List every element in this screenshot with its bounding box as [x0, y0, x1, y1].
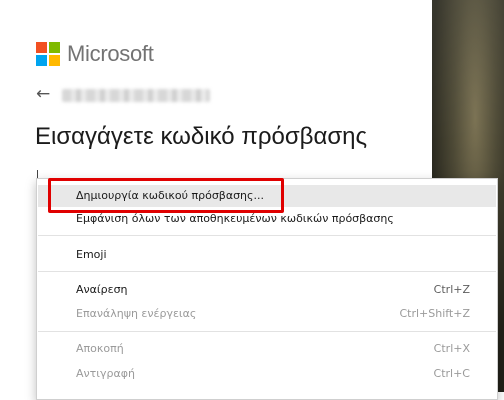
- menu-item-label: Αντιγραφή: [76, 367, 135, 380]
- menu-item-shortcut: Ctrl+Shift+Z: [399, 307, 470, 320]
- menu-item-emoji[interactable]: Emoji: [38, 244, 496, 266]
- menu-divider: [38, 235, 496, 236]
- menu-item-shortcut: Ctrl+Z: [433, 283, 470, 296]
- menu-item-cut[interactable]: Αποκοπή Ctrl+X: [38, 338, 496, 360]
- menu-divider: [38, 331, 496, 332]
- menu-item-undo[interactable]: Αναίρεση Ctrl+Z: [38, 279, 496, 301]
- menu-item-copy[interactable]: Αντιγραφή Ctrl+C: [38, 363, 496, 385]
- menu-divider: [38, 271, 496, 272]
- back-arrow-icon[interactable]: ←: [36, 84, 50, 104]
- brand-name: Microsoft: [67, 41, 154, 66]
- menu-item-label: Αναίρεση: [76, 283, 128, 296]
- page-title: Εισαγάγετε κωδικό πρόσβασης: [35, 123, 368, 150]
- menu-item-label: Emoji: [76, 248, 107, 261]
- microsoft-logo-icon: [36, 42, 60, 66]
- menu-item-redo[interactable]: Επανάληψη ενέργειας Ctrl+Shift+Z: [38, 303, 496, 325]
- annotation-highlight-box: [48, 178, 284, 213]
- menu-item-label: Αποκοπή: [76, 342, 124, 355]
- account-email-redacted: [62, 89, 210, 102]
- menu-item-shortcut: Ctrl+C: [433, 367, 470, 380]
- menu-item-label: Επανάληψη ενέργειας: [76, 307, 197, 320]
- menu-item-shortcut: Ctrl+X: [433, 342, 470, 355]
